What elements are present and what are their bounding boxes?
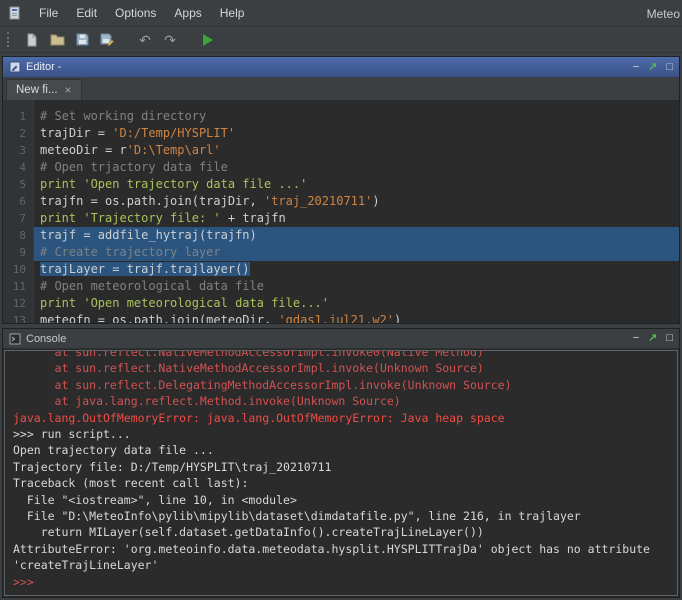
code-line[interactable]: 2trajDir = 'D:/Temp/HYSPLIT' — [3, 125, 679, 142]
menu-edit[interactable]: Edit — [67, 2, 106, 24]
editor-panel-titlebar[interactable]: Editor - − ↗ □ — [3, 57, 679, 77]
console-line: File "<iostream>", line 10, in <module> — [13, 492, 669, 508]
code-line[interactable]: 13meteofn = os.path.join(meteoDir, 'gdas… — [3, 312, 679, 323]
undo-button[interactable]: ↶ — [134, 29, 156, 51]
editor-panel-controls: − ↗ □ — [633, 62, 673, 73]
line-number: 12 — [3, 295, 34, 312]
line-number: 2 — [3, 125, 34, 142]
redo-button[interactable]: ↷ — [159, 29, 181, 51]
toolbar-grip-handle[interactable] — [7, 32, 11, 47]
main-toolbar: ↶ ↷ — [0, 27, 682, 53]
editor-tab-bar: New fi... × — [3, 77, 679, 100]
menu-options[interactable]: Options — [106, 2, 165, 24]
line-number: 8 — [3, 227, 34, 244]
console-panel-title: Console — [26, 333, 66, 345]
maximize-panel-icon[interactable]: □ — [666, 333, 673, 344]
code-line[interactable]: 1# Set working directory — [3, 108, 679, 125]
tab-new-file[interactable]: New fi... × — [6, 79, 82, 100]
run-icon — [203, 34, 213, 46]
code-line[interactable]: 11# Open meteorological data file — [3, 278, 679, 295]
menu-apps[interactable]: Apps — [165, 2, 210, 24]
save-button[interactable] — [71, 29, 93, 51]
save-as-button[interactable] — [96, 29, 118, 51]
save-as-floppy-icon — [100, 33, 114, 46]
float-panel-icon[interactable]: ↗ — [648, 333, 657, 344]
console-output[interactable]: at sun.reflect.NativeMethodAccessorImpl.… — [4, 350, 678, 596]
float-panel-icon[interactable]: ↗ — [648, 62, 657, 73]
console-icon — [9, 333, 21, 345]
minimize-panel-icon[interactable]: − — [633, 62, 639, 73]
console-line: Traceback (most recent call last): — [13, 475, 669, 491]
console-panel-titlebar[interactable]: Console − ↗ □ — [3, 329, 679, 349]
code-line[interactable]: 10trajLayer = trajf.trajlayer() — [3, 261, 679, 278]
console-line: >>> — [13, 574, 669, 590]
editor-panel: Editor - − ↗ □ New fi... × 1# Set workin… — [2, 56, 680, 324]
code-line[interactable]: 8trajf = addfile_hytraj(trajfn) — [3, 227, 679, 244]
console-line: java.lang.OutOfMemoryError: java.lang.Ou… — [13, 410, 669, 426]
console-line: File "D:\MeteoInfo\pylib\mipylib\dataset… — [13, 508, 669, 524]
code-line[interactable]: 6trajfn = os.path.join(trajDir, 'traj_20… — [3, 193, 679, 210]
line-number: 13 — [3, 312, 34, 323]
editor-icon — [9, 61, 21, 73]
code-line[interactable]: 4# Open trjactory data file — [3, 159, 679, 176]
line-number: 4 — [3, 159, 34, 176]
menu-bar: File Edit Options Apps Help Meteo — [0, 0, 682, 27]
open-file-button[interactable] — [46, 29, 68, 51]
line-number: 7 — [3, 210, 34, 227]
editor-panel-title: Editor - — [26, 61, 61, 73]
console-line: return MILayer(self.dataset.getDataInfo(… — [13, 524, 669, 540]
code-line[interactable]: 3meteoDir = r'D:\Temp\arl' — [3, 142, 679, 159]
save-floppy-icon — [76, 33, 89, 46]
console-panel: Console − ↗ □ at sun.reflect.NativeMetho… — [2, 328, 680, 598]
maximize-panel-icon[interactable]: □ — [666, 62, 673, 73]
workspace: Editor - − ↗ □ New fi... × 1# Set workin… — [0, 53, 682, 600]
console-line: Trajectory file: D:/Temp/HYSPLIT\traj_20… — [13, 459, 669, 475]
code-line[interactable]: 9# Create trajectory layer — [3, 244, 679, 261]
line-number: 11 — [3, 278, 34, 295]
new-file-icon — [25, 33, 39, 47]
tab-close-icon[interactable]: × — [65, 84, 72, 96]
console-line: at java.lang.reflect.Method.invoke(Unkno… — [13, 393, 669, 409]
code-line[interactable]: 7print 'Trajectory file: ' + trajfn — [3, 210, 679, 227]
console-line: AttributeError: 'org.meteoinfo.data.mete… — [13, 541, 669, 557]
console-lines: at sun.reflect.NativeMethodAccessorImpl.… — [13, 350, 669, 590]
menu-help[interactable]: Help — [211, 2, 254, 24]
line-number: 5 — [3, 176, 34, 193]
console-line: at sun.reflect.NativeMethodAccessorImpl.… — [13, 350, 669, 360]
console-line: at sun.reflect.NativeMethodAccessorImpl.… — [13, 360, 669, 376]
meteoinfo-window: File Edit Options Apps Help Meteo ↶ ↷ — [0, 0, 682, 600]
code-editor[interactable]: 1# Set working directory2trajDir = 'D:/T… — [3, 100, 679, 323]
line-number: 10 — [3, 261, 34, 278]
minimize-panel-icon[interactable]: − — [633, 333, 639, 344]
tab-label: New fi... — [16, 84, 58, 96]
console-line: >>> run script... — [13, 426, 669, 442]
console-line: at sun.reflect.DelegatingMethodAccessorI… — [13, 377, 669, 393]
code-line[interactable]: 5print 'Open trajectory data file ...' — [3, 176, 679, 193]
console-line: Open trajectory data file ... — [13, 442, 669, 458]
code-line[interactable]: 12print 'Open meteorological data file..… — [3, 295, 679, 312]
code-lines: 1# Set working directory2trajDir = 'D:/T… — [3, 108, 679, 323]
run-script-button[interactable] — [197, 29, 219, 51]
console-line: 'createTrajLineLayer' — [13, 557, 669, 573]
app-logo-icon — [8, 6, 23, 21]
window-title-partial: Meteo — [647, 7, 680, 21]
line-number: 6 — [3, 193, 34, 210]
line-number: 3 — [3, 142, 34, 159]
line-number: 1 — [3, 108, 34, 125]
open-folder-icon — [50, 33, 65, 46]
new-script-button[interactable] — [21, 29, 43, 51]
menu-file[interactable]: File — [30, 2, 67, 24]
console-panel-controls: − ↗ □ — [633, 333, 673, 344]
line-number: 9 — [3, 244, 34, 261]
